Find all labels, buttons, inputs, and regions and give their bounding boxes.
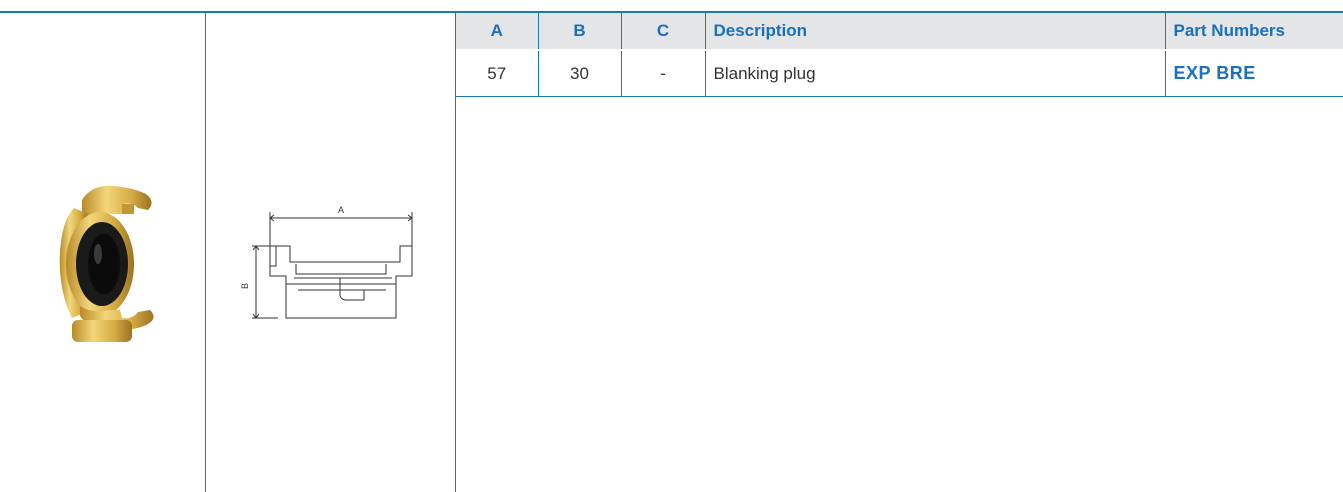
part-number[interactable]: EXP BRE (1164, 50, 1343, 97)
column-header-b: B (537, 13, 621, 51)
dim-a-label: A (338, 205, 344, 215)
column-header-c: C (620, 13, 705, 51)
cell-b: 30 (537, 50, 621, 97)
cell-a: 57 (456, 50, 538, 97)
cell-description: Blanking plug (704, 50, 1165, 97)
table-header-row: A B C Description Part Numbers (456, 13, 1343, 51)
column-header-description: Description (704, 13, 1165, 51)
table-row: 57 30 - Blanking plug EXP BRE (456, 50, 1343, 97)
cell-c: - (620, 50, 705, 97)
column-divider-photo (205, 13, 206, 492)
product-photo (59, 185, 154, 342)
technical-drawing: A B (240, 205, 413, 319)
column-header-a: A (456, 13, 538, 51)
spec-table: A B C Description Part Numbers 57 30 - B… (456, 13, 1343, 97)
dim-b-label: B (240, 283, 250, 289)
column-header-part-numbers: Part Numbers (1164, 13, 1343, 51)
